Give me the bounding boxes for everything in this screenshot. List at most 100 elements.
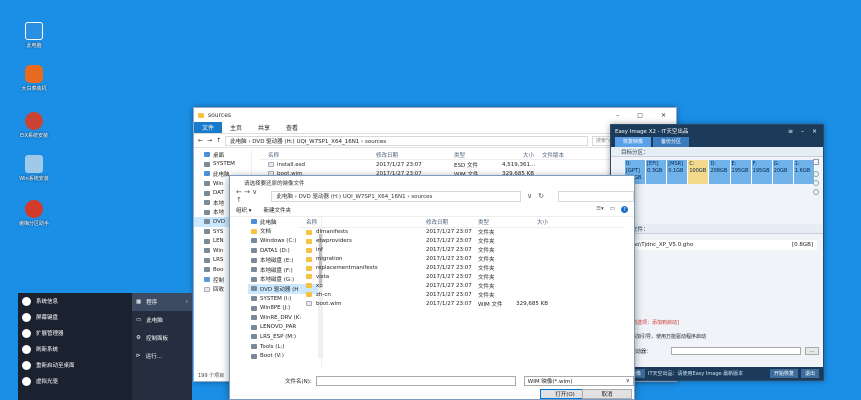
- nav-item-system[interactable]: SYSTEM: [194, 160, 251, 170]
- maximize-icon[interactable]: □: [637, 112, 643, 119]
- file-row[interactable]: migration 2017/1/27 23:07 文件夹: [300, 255, 624, 264]
- dialog-search-input[interactable]: [558, 190, 635, 202]
- ribbon-tab-share[interactable]: 共享: [250, 123, 278, 132]
- chevron-down-icon[interactable]: ∨: [527, 192, 532, 200]
- partition-cell[interactable]: E: 195GB: [730, 160, 752, 184]
- drive-input[interactable]: [671, 347, 801, 355]
- up-arrow-icon[interactable]: ↑: [216, 137, 221, 144]
- dialog-nav-arrows[interactable]: ← → ∨ ↑: [236, 188, 265, 204]
- ribbon-tab-home[interactable]: 主页: [222, 123, 250, 132]
- nav-item[interactable]: LRS_ESP (M:): [248, 332, 321, 342]
- file-row[interactable]: xp 2017/1/27 23:07 文件夹: [300, 281, 624, 290]
- start-restore-button[interactable]: 开始恢复: [769, 369, 798, 378]
- desktop-icon-partition[interactable]: 傲梅分区助手: [14, 200, 54, 227]
- nav-item-desktop[interactable]: 桌面: [194, 150, 251, 160]
- desktop-icon-eix[interactable]: EIX系统安装: [14, 112, 54, 139]
- partition-cell[interactable]: D: 208GB: [709, 160, 731, 184]
- file-row[interactable]: dlmanifests 2017/1/27 23:07 文件夹: [300, 228, 624, 237]
- ribbon-tab-file[interactable]: 文件: [194, 122, 223, 133]
- dialog-address-bar[interactable]: 此电脑 › DVD 驱动器 (H:) UQI_W7SP1_X64_16N1 › …: [271, 190, 522, 202]
- desktop-icon-installer[interactable]: 大白菜装机: [14, 65, 54, 92]
- filetype-select[interactable]: WIM 映像(*.wim) ∨: [523, 376, 634, 386]
- col-size[interactable]: 大小: [502, 151, 542, 159]
- submenu-item-run[interactable]: ⊳ 运行...: [132, 347, 192, 365]
- drive-icon: [204, 248, 210, 254]
- remove-icon[interactable]: [813, 180, 819, 186]
- add-icon[interactable]: [813, 171, 819, 177]
- wim-file-icon: [306, 301, 312, 307]
- option-add-boot[interactable]: 添加引导，使用万能驱动程序启动: [625, 333, 706, 340]
- col-size[interactable]: 大小: [514, 218, 554, 226]
- start-item-refresh[interactable]: 刷新系统: [18, 341, 132, 357]
- file-row[interactable]: vista 2017/1/27 23:07 文件夹: [300, 272, 624, 281]
- help-icon[interactable]: ?: [621, 206, 628, 213]
- cancel-button[interactable]: 取消: [582, 389, 632, 399]
- submenu-item-control-panel[interactable]: ⚙ 控制面板: [132, 329, 192, 347]
- partition-tool-icon: [25, 200, 43, 218]
- explorer-title: sources: [208, 111, 232, 119]
- col-date[interactable]: 修改日期: [376, 151, 454, 159]
- new-folder-button[interactable]: 新建文件夹: [264, 206, 292, 214]
- preview-pane-icon[interactable]: ▭: [610, 206, 615, 213]
- start-item-restart[interactable]: 重新启动至桌面: [18, 357, 132, 373]
- partition-cell-selected[interactable]: C: 100GB: [688, 160, 710, 184]
- start-item-virtual-drive[interactable]: 虚拟光驱: [18, 373, 132, 389]
- nav-item[interactable]: LENOVO_PAR: [248, 323, 321, 333]
- refresh-icon: [22, 344, 31, 354]
- menu-icon[interactable]: ≡: [788, 128, 793, 135]
- exit-button[interactable]: 退出: [800, 369, 819, 378]
- close-icon[interactable]: ×: [812, 128, 817, 135]
- col-type[interactable]: 类型: [478, 218, 514, 226]
- col-type[interactable]: 类型: [454, 151, 502, 159]
- close-icon[interactable]: ✕: [661, 112, 666, 119]
- file-row[interactable]: inf 2017/1/27 23:07 文件夹: [300, 246, 624, 255]
- drive-icon: [204, 229, 210, 235]
- file-row[interactable]: replacementmanifests 2017/1/27 23:07 文件夹: [300, 264, 624, 273]
- col-name[interactable]: 名称: [260, 151, 376, 159]
- submenu-item-this-pc[interactable]: ▭ 此电脑: [132, 311, 192, 329]
- minimize-icon[interactable]: –: [616, 112, 619, 119]
- partition-cell[interactable]: 1: 1.6GB: [793, 160, 815, 184]
- file-row[interactable]: boot.wim 2017/1/27 23:07 WIM 文件 329,685 KB: [300, 299, 624, 308]
- tab-backup[interactable]: 备份分区: [653, 137, 690, 147]
- refresh-icon[interactable]: ↻: [538, 192, 544, 200]
- explorer-status: 199 个项目: [198, 373, 225, 379]
- partition-refresh-icon[interactable]: [813, 159, 819, 165]
- nav-item[interactable]: WinRE_DRV (K:: [248, 313, 321, 323]
- desktop-icon-win-install[interactable]: Win系统安装: [14, 155, 54, 182]
- info-icon[interactable]: [813, 189, 819, 195]
- tab-restore[interactable]: 恢复映像: [615, 137, 652, 147]
- minimize-icon[interactable]: –: [801, 128, 804, 135]
- view-options-icon[interactable]: ☰▾: [596, 206, 604, 213]
- image-file-row[interactable]: gho\Tjdnc_XP_V5.0.gho [0.8GB]: [625, 240, 817, 250]
- dialog-nav-row: ← → ∨ ↑ 此电脑 › DVD 驱动器 (H:) UQI_W7SP1_X64…: [230, 188, 635, 204]
- organize-button[interactable]: 组织 ▾: [236, 206, 252, 214]
- ribbon-tab-view[interactable]: 查看: [278, 123, 306, 132]
- forward-arrow-icon[interactable]: →: [207, 137, 212, 144]
- desktop-icon-this-pc[interactable]: 此电脑: [14, 22, 54, 49]
- drive-icon: [204, 181, 210, 187]
- back-arrow-icon[interactable]: ←: [198, 137, 203, 144]
- file-row[interactable]: zh-cn 2017/1/27 23:07 文件夹: [300, 290, 624, 299]
- start-item-extension[interactable]: 扩展管理器: [18, 325, 132, 341]
- filename-input[interactable]: [315, 376, 516, 386]
- col-version[interactable]: 文件版本: [542, 151, 602, 159]
- browse-button[interactable]: …: [805, 347, 819, 355]
- computer-icon: [204, 171, 210, 177]
- submenu-item-programs[interactable]: ▦ 程序 ›: [132, 293, 192, 311]
- folder-icon: [306, 238, 312, 244]
- start-item-keyboard[interactable]: 屏幕键盘: [18, 309, 132, 325]
- file-row[interactable]: etwproviders 2017/1/27 23:07 文件夹: [300, 237, 624, 246]
- partition-cell[interactable]: [MSR] 0.1GB: [667, 160, 689, 184]
- col-date[interactable]: 修改日期: [426, 218, 478, 226]
- computer-icon: ▭: [136, 317, 142, 323]
- partition-cell[interactable]: F: 195GB: [751, 160, 773, 184]
- nav-item[interactable]: Boot (V:): [248, 351, 321, 361]
- start-item-system-info[interactable]: 系统信息: [18, 293, 132, 309]
- explorer-address-bar[interactable]: 此电脑 › DVD 驱动器 (H:) UQI_W7SP1_X64_16N1 › …: [225, 135, 588, 146]
- partition-cell[interactable]: G: 20GB: [772, 160, 794, 184]
- nav-item[interactable]: Tools (L:): [248, 342, 321, 352]
- col-name[interactable]: 名称: [300, 218, 426, 226]
- partition-cell[interactable]: [EFI] 0.3GB: [646, 160, 668, 184]
- drive-icon: [251, 276, 257, 282]
